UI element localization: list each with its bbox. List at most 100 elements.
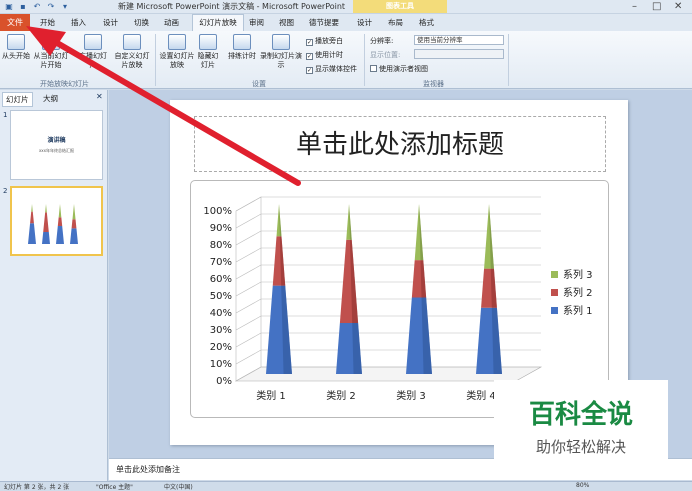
- x-tick-label: 类别 4: [466, 389, 496, 402]
- customize-toolbar-icon[interactable]: ▾: [60, 2, 70, 12]
- show-on-dropdown[interactable]: [414, 49, 504, 59]
- tab-animations[interactable]: 动画: [164, 17, 179, 28]
- thumb-cone-segment: [30, 211, 34, 224]
- play-slide-icon: [7, 34, 25, 50]
- tab-slides[interactable]: 幻灯片: [2, 92, 33, 107]
- resolution-dropdown[interactable]: 使用当前分辨率: [414, 35, 504, 45]
- cone-shade: [491, 307, 502, 374]
- tab-home[interactable]: 开始: [40, 17, 55, 28]
- thumb-subtitle: xxx年年终总结汇报: [38, 148, 75, 153]
- custom-show-button[interactable]: 自定义幻灯片放映: [112, 34, 152, 70]
- legend-label: 系列 2: [563, 286, 593, 299]
- tab-view[interactable]: 视图: [279, 17, 294, 28]
- rehearse-label: 排练计时: [228, 52, 256, 60]
- checkmark-icon: ✓: [306, 67, 313, 74]
- hide-slide-button[interactable]: 隐藏幻灯片: [196, 34, 220, 70]
- tab-outline[interactable]: 大纲: [40, 92, 61, 105]
- y-tick-label: 40%: [210, 308, 232, 319]
- record-button[interactable]: 录制幻灯片演示: [258, 34, 304, 70]
- ribbon-separator: [508, 34, 509, 86]
- presenter-view-label: 使用演示者视图: [379, 65, 428, 73]
- thumb-cone-segment: [42, 232, 50, 244]
- y-tick-label: 70%: [210, 257, 232, 268]
- legend-swatch: [551, 271, 558, 278]
- thumb-title: 演讲稿: [47, 137, 66, 144]
- thumb-cone-segment: [58, 204, 62, 218]
- custom-show-label: 自定义幻灯片放映: [114, 52, 150, 69]
- from-beginning-button[interactable]: 从头开始: [2, 34, 30, 61]
- tab-file[interactable]: 文件: [0, 14, 30, 31]
- from-beginning-label: 从头开始: [2, 52, 30, 60]
- tab-design[interactable]: 设计: [103, 17, 118, 28]
- ribbon-separator: [364, 34, 365, 86]
- media-controls-label: 显示媒体控件: [315, 65, 357, 73]
- minimize-button[interactable]: –: [632, 1, 637, 12]
- slide-thumbnail-2[interactable]: [10, 186, 103, 256]
- cone-shade: [490, 268, 497, 308]
- tab-review[interactable]: 审阅: [249, 17, 264, 28]
- record-icon: [272, 34, 290, 50]
- tab-extra[interactable]: 德节提要: [309, 17, 339, 28]
- x-tick-label: 类别 2: [326, 389, 356, 402]
- checkbox-icon: [370, 65, 377, 72]
- narration-label: 播放旁白: [315, 37, 343, 45]
- slide-number: 2: [3, 187, 8, 195]
- close-button[interactable]: ✕: [674, 1, 682, 12]
- maximize-button[interactable]: □: [652, 1, 661, 12]
- ribbon-tabs: 文件 开始 插入 设计 切换 动画 幻灯片放映 审阅 视图 德节提要 设计 布局…: [0, 14, 692, 32]
- status-bar: 幻灯片 第 2 张，共 2 张 "Office 主题" 中文(中国) 80%: [0, 481, 692, 491]
- slides-panel: 幻灯片 大纲 ✕ 1 演讲稿 xxx年年终总结汇报 2: [0, 90, 108, 482]
- y-tick-label: 90%: [210, 223, 232, 234]
- title-bar: ▣ ▪ ↶ ↷ ▾ 新建 Microsoft PowerPoint 演示文稿 -…: [0, 0, 692, 14]
- media-controls-checkbox[interactable]: ✓ 显示媒体控件: [306, 64, 357, 74]
- legend-label: 系列 1: [563, 304, 593, 317]
- checkmark-icon: ✓: [306, 39, 313, 46]
- y-tick-label: 50%: [210, 291, 232, 302]
- watermark: 百科全说 助你轻松解决: [494, 380, 668, 462]
- close-panel-icon[interactable]: ✕: [96, 92, 103, 101]
- setup-show-button[interactable]: 设置幻灯片放映: [158, 34, 196, 70]
- save-icon[interactable]: ▪: [18, 2, 28, 12]
- tab-slide-show[interactable]: 幻灯片放映: [192, 14, 244, 32]
- timing-label: 使用计时: [315, 51, 343, 59]
- play-current-icon: [42, 34, 60, 50]
- thumb-cone-segment: [56, 226, 64, 244]
- setup-label: 设置幻灯片放映: [159, 52, 195, 69]
- undo-icon[interactable]: ↶: [32, 2, 42, 12]
- title-placeholder[interactable]: 单击此处添加标题: [194, 116, 606, 172]
- broadcast-button[interactable]: 广播幻灯片: [76, 34, 110, 70]
- from-current-button[interactable]: 从当前幻灯片开始: [31, 34, 71, 70]
- from-current-label: 从当前幻灯片开始: [33, 52, 69, 69]
- presenter-view-checkbox[interactable]: 使用演示者视图: [370, 64, 428, 74]
- rehearse-button[interactable]: 排练计时: [224, 34, 260, 61]
- window-title: 新建 Microsoft PowerPoint 演示文稿 - Microsoft…: [118, 2, 346, 11]
- resolution-label: 分辨率:: [370, 37, 394, 45]
- timing-checkbox[interactable]: ✓ 使用计时: [306, 50, 343, 60]
- y-tick-label: 100%: [203, 206, 232, 217]
- tab-chart-format[interactable]: 格式: [419, 17, 434, 28]
- slide-thumbnail-1[interactable]: 演讲稿 xxx年年终总结汇报: [10, 110, 103, 180]
- tab-chart-design[interactable]: 设计: [357, 17, 372, 28]
- notes-placeholder: 单击此处添加备注: [116, 465, 180, 474]
- x-tick-label: 类别 3: [396, 389, 426, 402]
- legend-label: 系列 3: [563, 268, 593, 281]
- cone-shade: [352, 323, 362, 374]
- thumb-cone-segment: [71, 219, 77, 229]
- narration-checkbox[interactable]: ✓ 播放旁白: [306, 36, 343, 46]
- tab-insert[interactable]: 插入: [71, 17, 86, 28]
- tab-transitions[interactable]: 切换: [134, 17, 149, 28]
- checkmark-icon: ✓: [306, 53, 313, 60]
- y-tick-label: 20%: [210, 342, 232, 353]
- y-tick-label: 60%: [210, 274, 232, 285]
- hide-slide-icon: [199, 34, 217, 50]
- broadcast-icon: [84, 34, 102, 50]
- watermark-title: 百科全说: [528, 400, 633, 430]
- record-label: 录制幻灯片演示: [260, 52, 302, 69]
- redo-icon[interactable]: ↷: [46, 2, 56, 12]
- tab-chart-layout[interactable]: 布局: [388, 17, 403, 28]
- thumb-cone-segment: [43, 212, 49, 232]
- thumb-cone-segment: [31, 204, 33, 212]
- group-setup-label: 设置: [252, 80, 266, 88]
- thumb-cone-segment: [28, 223, 36, 244]
- zoom-level[interactable]: 80%: [576, 482, 589, 489]
